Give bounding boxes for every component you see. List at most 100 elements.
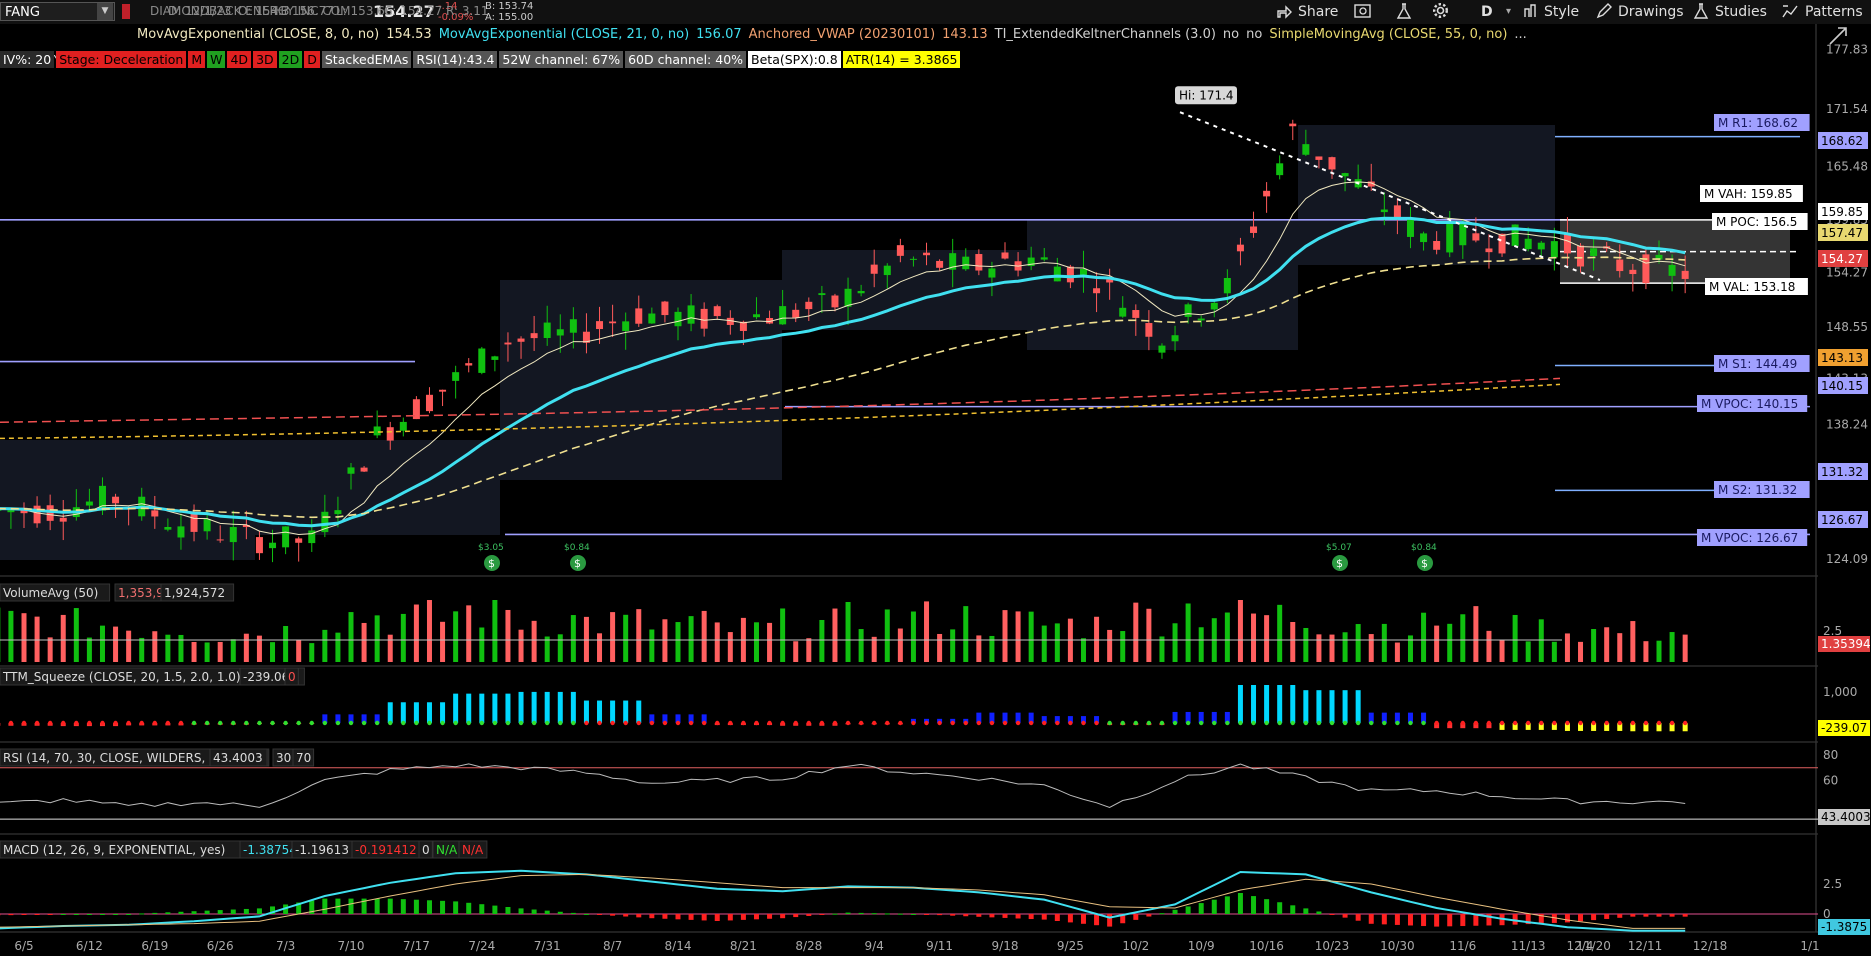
macd-histogram-bar xyxy=(1107,914,1113,927)
volume-profile-area xyxy=(782,250,1027,330)
macd-histogram-bar xyxy=(322,898,328,914)
volume-bar xyxy=(871,636,877,662)
macd-histogram-bar xyxy=(623,914,629,917)
study-legend-item[interactable]: TI_ExtendedKeltnerChannels (3.0) xyxy=(992,26,1219,43)
volume-bar xyxy=(1028,611,1034,662)
x-tick-label: 8/28 xyxy=(795,939,822,953)
volume-bar xyxy=(1146,608,1152,662)
candle-body xyxy=(1681,270,1689,279)
candle-body xyxy=(1132,310,1140,318)
candle-body xyxy=(1420,233,1428,243)
volume-bar xyxy=(675,622,681,662)
study-legend-item[interactable]: SimpleMovingAvg (CLOSE, 55, 0, no) xyxy=(1266,26,1510,43)
dividend-label: $3.05 xyxy=(478,543,504,553)
volume-bar xyxy=(531,620,537,662)
high-annotation-text: Hi: 171.4 xyxy=(1179,88,1234,102)
study-legend-item[interactable]: no xyxy=(1243,26,1265,43)
macd-histogram-bar xyxy=(1041,914,1047,920)
study-legend-item[interactable]: MovAvgExponential (CLOSE, 8, 0, no) xyxy=(134,26,382,43)
study-legend-item[interactable]: ... xyxy=(1511,26,1529,43)
candle-body xyxy=(1197,318,1205,321)
macd-histogram-bar xyxy=(976,914,982,917)
study-legend-item[interactable]: 156.07 xyxy=(693,26,745,43)
candle-body xyxy=(674,311,682,327)
price-chart[interactable]: FANG 3 Y 1D [NASDAQ]177.83171.54165.4815… xyxy=(0,0,1871,956)
candle-body xyxy=(556,329,564,336)
study-legend-item[interactable]: 154.53 xyxy=(383,26,435,43)
squeeze-bar xyxy=(1264,685,1270,723)
study-legend-item[interactable]: MovAvgExponential (CLOSE, 21, 0, no) xyxy=(436,26,692,43)
level-label: M R1: 168.62 xyxy=(1714,114,1810,131)
macd-histogram-bar xyxy=(1682,914,1688,917)
macd-histogram-bar xyxy=(649,914,655,919)
study-legend-item[interactable]: Anchored_VWAP (20230101) xyxy=(746,26,939,43)
x-tick-label: 9/11 xyxy=(926,939,953,953)
x-tick-label: 6/26 xyxy=(207,939,234,953)
macd-histogram-bar xyxy=(1054,914,1060,921)
volume-bar xyxy=(1133,602,1139,662)
candle-body xyxy=(1315,156,1323,160)
squeeze-dot xyxy=(1342,720,1348,726)
macd-histogram-bar xyxy=(780,914,786,919)
macd-histogram-bar xyxy=(60,914,66,915)
volume-bar xyxy=(1054,623,1060,662)
volume-bar xyxy=(113,626,119,662)
squeeze-dot xyxy=(545,720,550,726)
volume-bar xyxy=(139,637,145,662)
squeeze-dot xyxy=(1682,720,1688,726)
macd-histogram-bar xyxy=(440,900,446,914)
status-label: 2D xyxy=(278,51,303,68)
x-tick-label: 9/18 xyxy=(992,939,1019,953)
squeeze-dot xyxy=(283,720,288,726)
squeeze-bar xyxy=(413,702,419,723)
price-axis-badge-text: 131.32 xyxy=(1821,465,1863,479)
candle-body xyxy=(504,342,512,345)
macd-badge-text: -1.3875 xyxy=(1821,920,1867,934)
squeeze-dot xyxy=(296,720,301,726)
volume-bar xyxy=(479,627,485,662)
price-axis-badge-text: 168.62 xyxy=(1821,134,1863,148)
candle-body xyxy=(923,252,931,256)
squeeze-dot xyxy=(191,720,197,726)
macd-histogram-bar xyxy=(727,914,733,921)
volume-bar xyxy=(296,640,302,662)
study-legend-item[interactable]: no xyxy=(1220,26,1242,43)
dividend-label: $5.07 xyxy=(1326,543,1352,553)
macd-histogram-bar xyxy=(387,898,393,914)
high-annotation: Hi: 171.4 xyxy=(1175,86,1237,105)
squeeze-dot xyxy=(440,720,445,726)
candle-body xyxy=(700,308,708,329)
macd-histogram-bar xyxy=(1394,914,1400,925)
level-label: M S2: 131.32 xyxy=(1714,481,1810,498)
x-tick-label: 12/11 xyxy=(1628,939,1663,953)
volume-bar xyxy=(309,643,315,662)
volume-bar xyxy=(47,637,53,662)
x-tick-label: 8/21 xyxy=(730,939,757,953)
x-tick-label: 7/31 xyxy=(534,939,561,953)
candle-body xyxy=(216,539,224,541)
candle-body xyxy=(1184,304,1192,317)
squeeze-dot xyxy=(152,720,157,726)
squeeze-dot xyxy=(780,720,785,726)
candle-body xyxy=(1328,157,1336,170)
squeeze-dot xyxy=(1552,720,1557,726)
squeeze-dot xyxy=(832,720,838,726)
candle-body xyxy=(1590,248,1598,256)
candle-body xyxy=(517,338,525,342)
squeeze-dot xyxy=(584,720,589,726)
y-tick-label: 148.55 xyxy=(1826,320,1868,334)
macd-histogram-bar xyxy=(1290,905,1296,914)
volume-profile-area xyxy=(0,440,255,560)
squeeze-dot xyxy=(126,720,131,726)
squeeze-dot xyxy=(610,720,615,726)
squeeze-dot xyxy=(1107,720,1112,726)
study-legend-item[interactable]: 143.13 xyxy=(939,26,991,43)
squeeze-dot xyxy=(113,720,118,726)
squeeze-dot xyxy=(911,720,916,726)
volume-bar xyxy=(387,634,393,662)
volume-bar xyxy=(1434,625,1440,662)
squeeze-dot xyxy=(218,720,223,726)
candle-body xyxy=(661,301,669,316)
candle-body xyxy=(1472,233,1480,241)
macd-histogram-bar xyxy=(86,914,92,915)
